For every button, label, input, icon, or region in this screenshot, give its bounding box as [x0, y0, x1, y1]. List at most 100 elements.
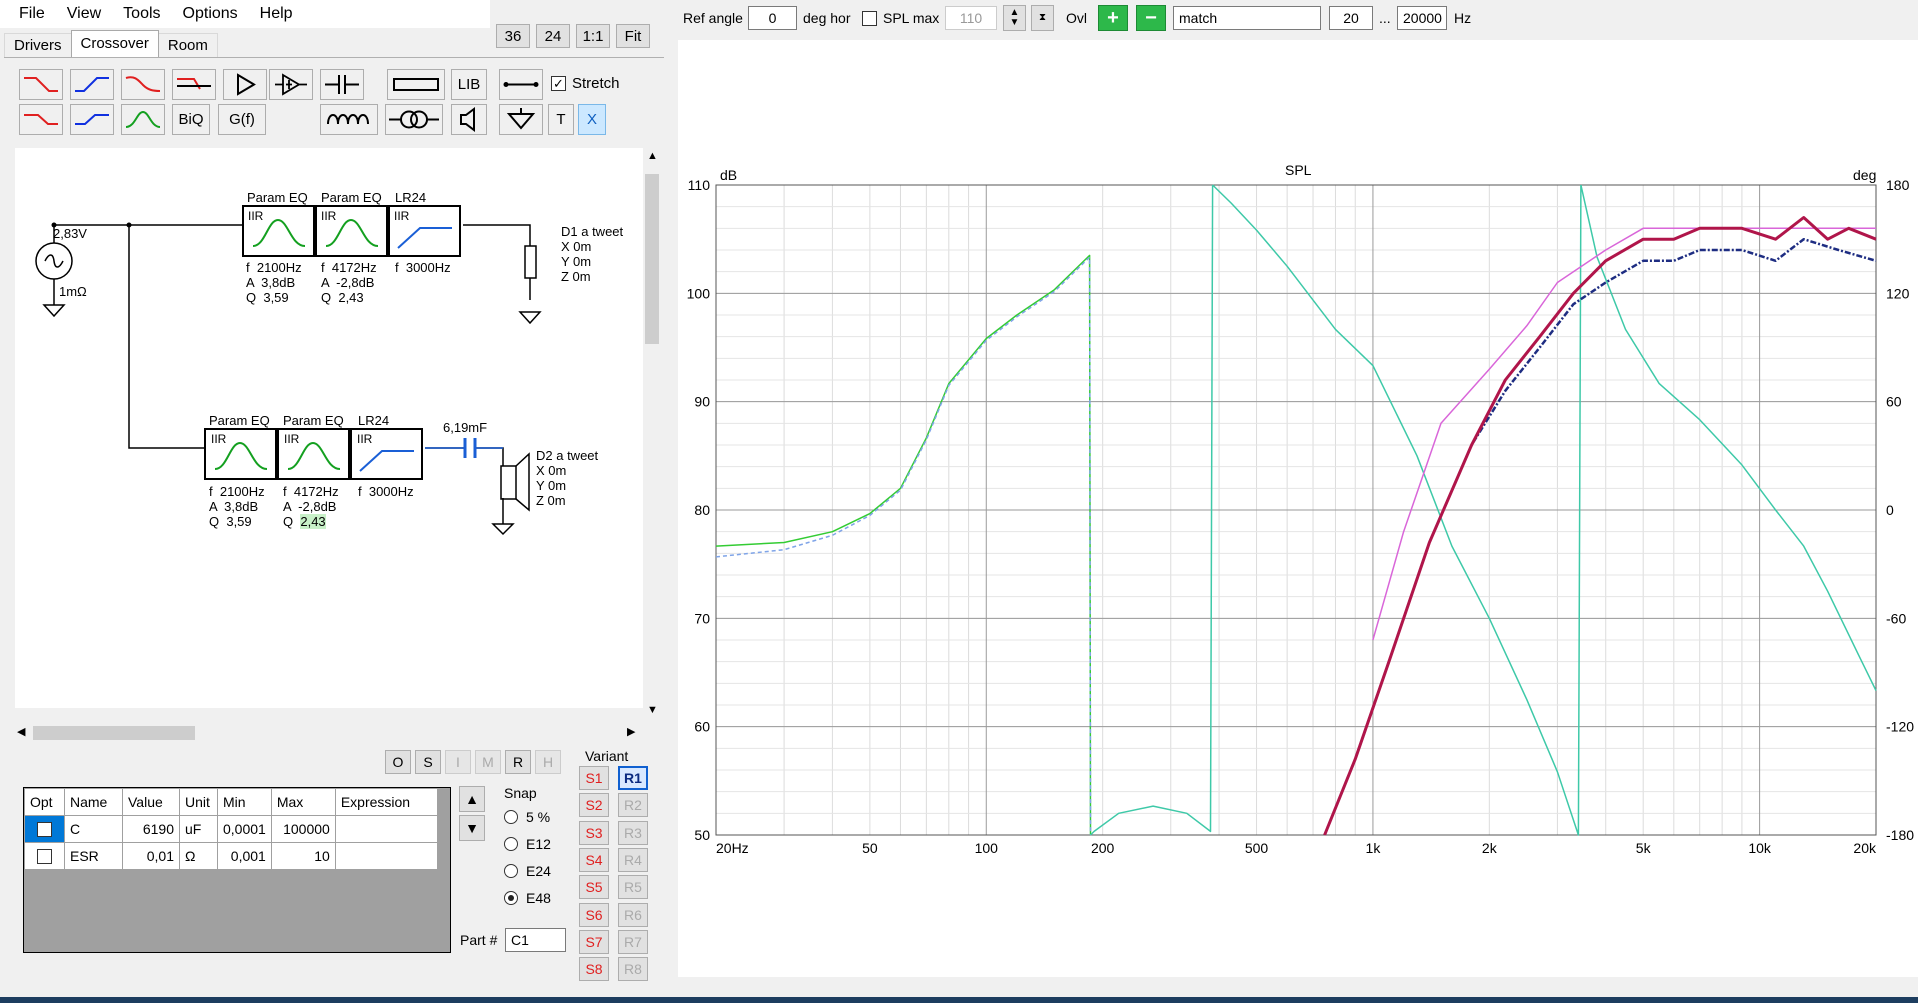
vscroll-thumb[interactable]: [645, 174, 659, 344]
table-row[interactable]: ESR 0,01 Ω 0,001 10: [24, 842, 438, 870]
menu-view[interactable]: View: [56, 5, 112, 23]
ground-tool[interactable]: [499, 104, 543, 135]
tab-crossover[interactable]: Crossover: [70, 30, 159, 57]
resistor-tool[interactable]: [387, 69, 445, 100]
variant-s7[interactable]: S7: [579, 930, 609, 954]
snap-e24-radio[interactable]: E24: [504, 863, 551, 879]
transfer-function-tool[interactable]: G(f): [218, 104, 266, 135]
scroll-left-icon[interactable]: ◀: [17, 725, 25, 738]
tab-room[interactable]: Room: [157, 33, 218, 57]
biquad-tool[interactable]: BiQ: [172, 104, 210, 135]
notch-tool[interactable]: [172, 69, 216, 100]
move-up-button[interactable]: ▲: [459, 786, 485, 812]
tab-drivers[interactable]: Drivers: [4, 33, 72, 57]
snap-e12-radio[interactable]: E12: [504, 836, 551, 852]
transformer-tool[interactable]: [385, 104, 443, 135]
variant-s1[interactable]: S1: [579, 766, 609, 790]
h-button[interactable]: H: [535, 750, 561, 774]
text-tool[interactable]: T: [548, 104, 574, 135]
value-cell[interactable]: 0,01: [122, 842, 180, 870]
opt-cell[interactable]: [24, 842, 65, 870]
variant-r3[interactable]: R3: [618, 821, 648, 845]
zoom-24-button[interactable]: 24: [536, 24, 570, 48]
x-tool[interactable]: X: [578, 104, 606, 135]
driver2-label[interactable]: D2 a tweet X 0m Y 0m Z 0m: [536, 448, 598, 508]
max-cell[interactable]: 100000: [270, 815, 336, 843]
min-cell[interactable]: 0,001: [217, 842, 272, 870]
wire-tool[interactable]: [499, 69, 543, 100]
max-cell[interactable]: 10: [270, 842, 336, 870]
schematic-canvas[interactable]: 2,83V 1mΩ Param EQ Param EQ LR24 IIR IIR…: [15, 148, 643, 708]
variant-r8[interactable]: R8: [618, 957, 648, 981]
opt-cell[interactable]: [24, 815, 65, 843]
lowpass2-tool[interactable]: [19, 104, 63, 135]
value-cell[interactable]: 6190: [122, 815, 180, 843]
opt-checkbox[interactable]: [37, 849, 52, 865]
spl-max-spinner[interactable]: ▲ ▼: [1003, 5, 1026, 31]
variant-r6[interactable]: R6: [618, 903, 648, 927]
zoom-36-button[interactable]: 36: [496, 24, 530, 48]
m-button[interactable]: M: [475, 750, 501, 774]
remove-overlay-button[interactable]: −: [1136, 5, 1166, 31]
stretch-checkbox[interactable]: Stretch: [551, 75, 620, 92]
expression-cell[interactable]: [334, 842, 438, 870]
move-down-button[interactable]: ▼: [459, 815, 485, 841]
spl-max-input[interactable]: 110: [945, 6, 997, 30]
scroll-right-icon[interactable]: ▶: [627, 725, 635, 738]
spl-chart[interactable]: 50 60 70 80 90 100 110 20Hz 50 100 200 500 1k 2k 5k 10k…: [678, 40, 1918, 977]
o-button[interactable]: O: [385, 750, 411, 774]
variant-s4[interactable]: S4: [579, 848, 609, 872]
menu-options[interactable]: Options: [172, 5, 249, 23]
capacitor-value[interactable]: 6,19mF: [443, 420, 487, 435]
expression-cell[interactable]: [334, 815, 438, 843]
variant-s6[interactable]: S6: [579, 903, 609, 927]
menu-help[interactable]: Help: [249, 5, 304, 23]
variant-r5[interactable]: R5: [618, 875, 648, 899]
opamp-tool[interactable]: [269, 69, 313, 100]
capacitor-tool[interactable]: [320, 69, 364, 100]
variant-r4[interactable]: R4: [618, 848, 648, 872]
snap-5pct-radio[interactable]: 5 %: [504, 809, 550, 825]
highpass2-tool[interactable]: [70, 104, 114, 135]
scroll-down-icon[interactable]: ▼: [647, 704, 658, 716]
freq-min-input[interactable]: 20: [1329, 6, 1373, 30]
highpass-tool[interactable]: [70, 69, 114, 100]
r-button[interactable]: R: [505, 750, 531, 774]
driver1-label[interactable]: D1 a tweet X 0m Y 0m Z 0m: [561, 224, 623, 284]
i-button[interactable]: I: [445, 750, 471, 774]
variant-s5[interactable]: S5: [579, 875, 609, 899]
range-fit-button[interactable]: ⧗: [1031, 5, 1054, 31]
spl-max-checkbox[interactable]: SPL max: [862, 10, 939, 26]
opt-checkbox[interactable]: [37, 822, 52, 838]
ref-angle-input[interactable]: 0: [748, 6, 797, 30]
speaker-tool[interactable]: [451, 104, 487, 135]
variant-s2[interactable]: S2: [579, 793, 609, 817]
schematic-vertical-scrollbar[interactable]: ▲ ▼: [643, 148, 661, 718]
hscroll-thumb[interactable]: [33, 726, 195, 740]
zoom-fit-button[interactable]: Fit: [616, 24, 650, 48]
buffer-tool[interactable]: [223, 69, 267, 100]
overlay-name-input[interactable]: match: [1173, 6, 1321, 30]
spl-chart-panel[interactable]: 50 60 70 80 90 100 110 20Hz 50 100 200 500 1k 2k 5k 10k…: [678, 40, 1918, 977]
variant-r2[interactable]: R2: [618, 793, 648, 817]
library-button[interactable]: LIB: [451, 69, 487, 100]
variant-r1[interactable]: R1: [618, 766, 648, 790]
lowpass-tool[interactable]: [19, 69, 63, 100]
menu-tools[interactable]: Tools: [112, 5, 171, 23]
variant-s3[interactable]: S3: [579, 821, 609, 845]
variant-r7[interactable]: R7: [618, 930, 648, 954]
inductor-tool[interactable]: [320, 104, 378, 135]
zoom-1to1-button[interactable]: 1:1: [576, 24, 610, 48]
variant-s8[interactable]: S8: [579, 957, 609, 981]
schematic-horizontal-scrollbar[interactable]: ◀ ▶: [15, 724, 643, 742]
shelf-tool[interactable]: [121, 69, 165, 100]
s-button[interactable]: S: [415, 750, 441, 774]
freq-max-input[interactable]: 20000: [1397, 6, 1447, 30]
snap-e48-radio[interactable]: E48: [504, 890, 551, 906]
part-input[interactable]: C1: [505, 928, 566, 952]
bandpass-tool[interactable]: [121, 104, 165, 135]
min-cell[interactable]: 0,0001: [217, 815, 272, 843]
add-overlay-button[interactable]: +: [1098, 5, 1128, 31]
scroll-up-icon[interactable]: ▲: [647, 150, 658, 162]
table-row[interactable]: C 6190 uF 0,0001 100000: [24, 815, 438, 843]
